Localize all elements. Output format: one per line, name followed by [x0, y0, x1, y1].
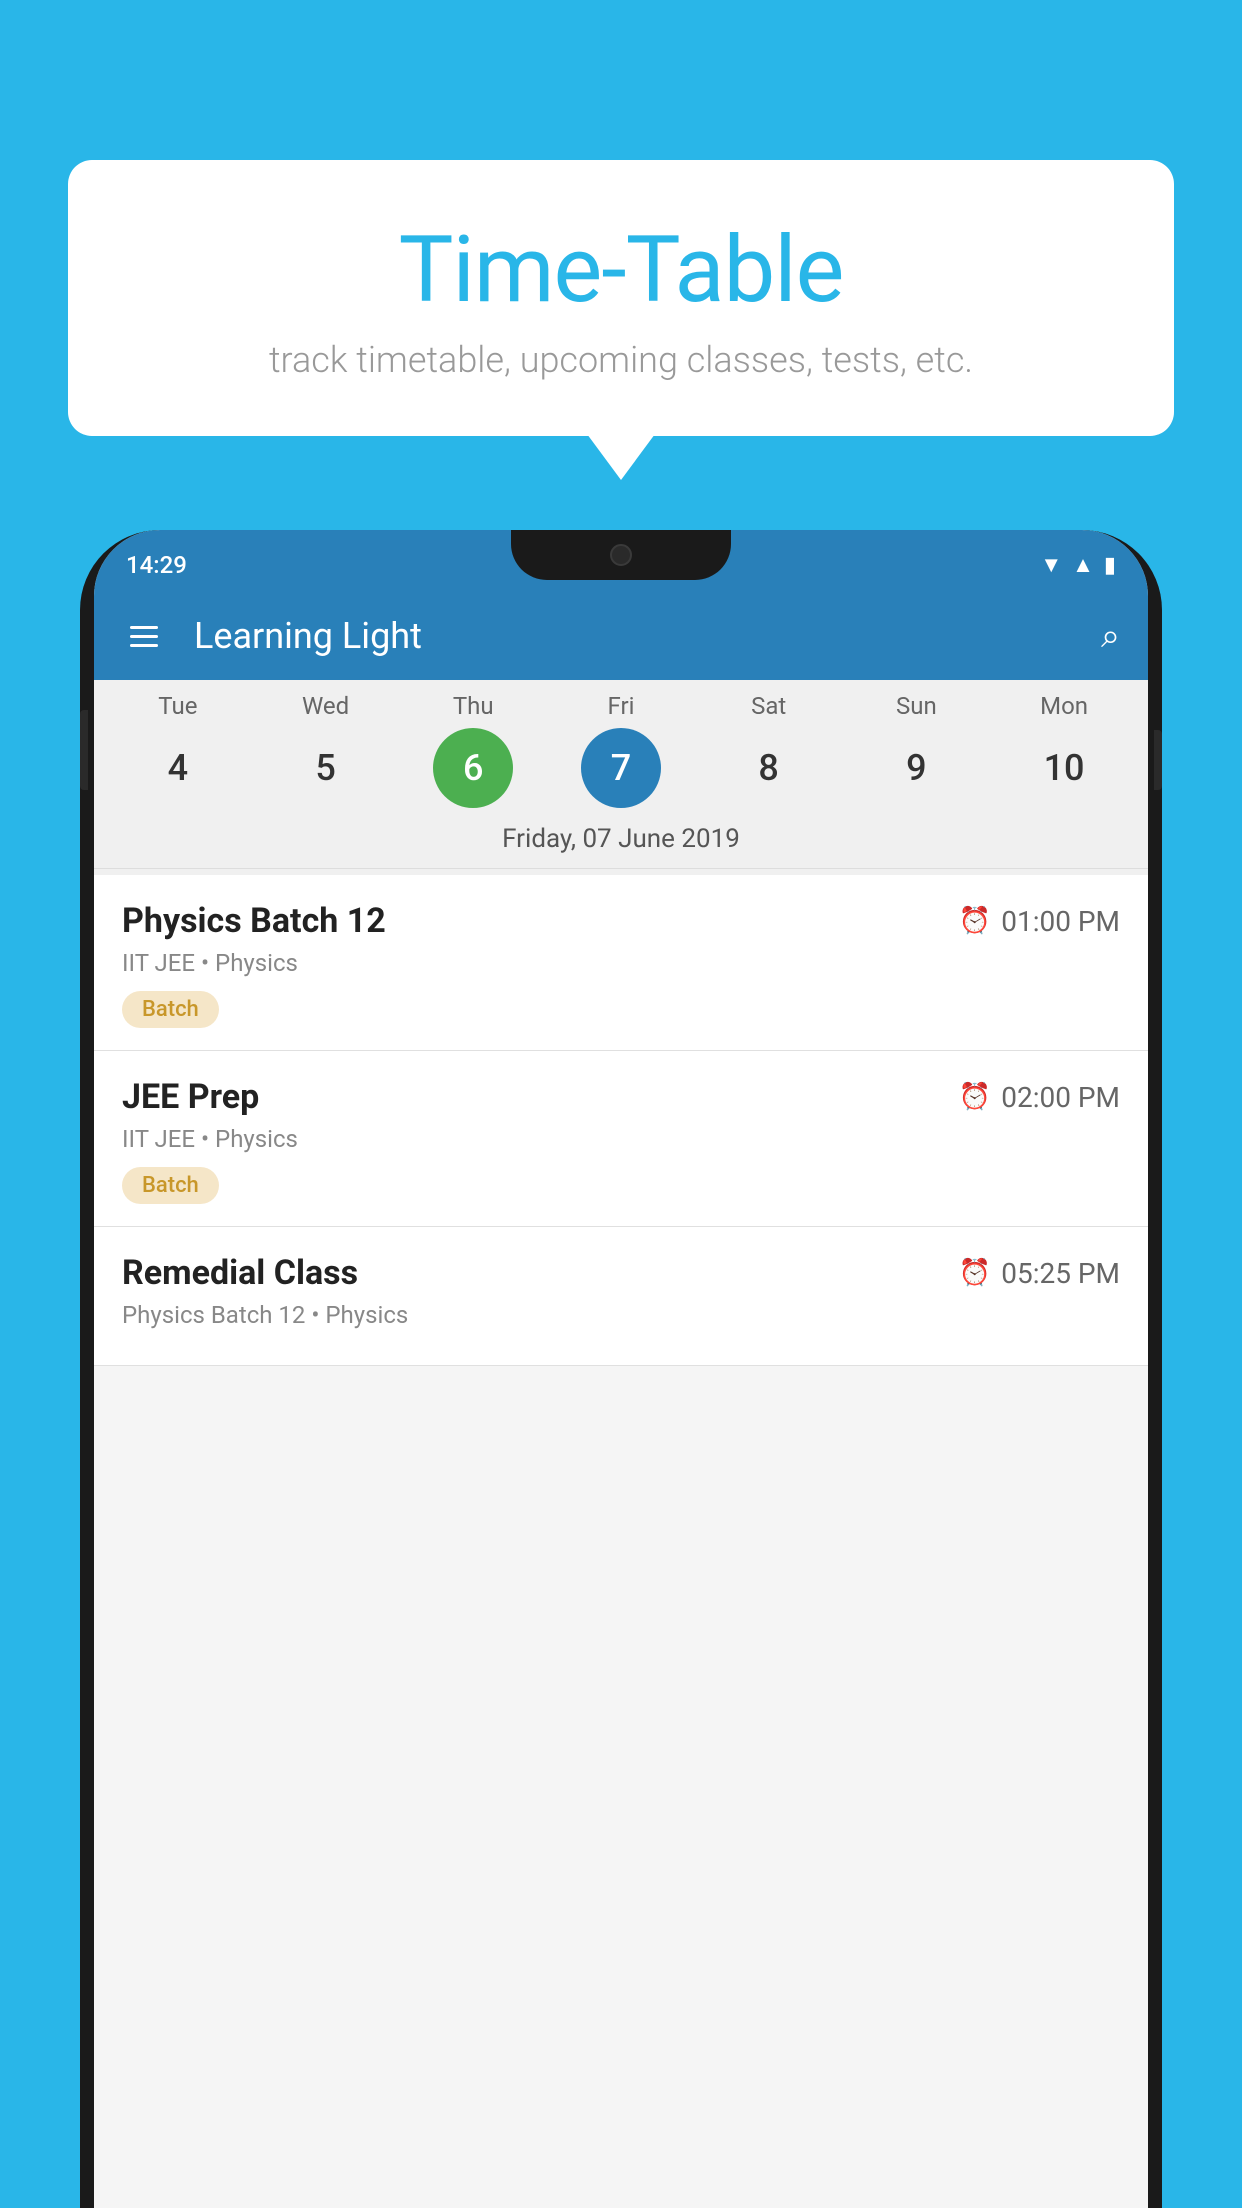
- phone-edge-right: [1154, 730, 1162, 790]
- schedule-time-2: ⏰ 05:25 PM: [959, 1257, 1120, 1290]
- calendar-strip: Tue Wed Thu Fri Sat Sun Mon 456789 10 Friday, 0…: [94, 680, 1148, 875]
- day-header-mon: Mon: [1024, 692, 1104, 720]
- day-number-10[interactable]: 10: [1024, 728, 1104, 808]
- day-number-9[interactable]: 9: [876, 728, 956, 808]
- clock-icon-0: ⏰: [959, 906, 991, 936]
- bubble-title: Time-Table: [108, 220, 1134, 321]
- schedule-title-1: JEE Prep: [122, 1077, 259, 1117]
- speech-bubble-container: Time-Table track timetable, upcoming cla…: [68, 160, 1174, 436]
- phone-frame: 14:29 ▼ ▲ ▮ Learning Light ⌕ Tue Wed Thu Fr…: [80, 530, 1162, 2208]
- day-numbers: 456789 10: [94, 720, 1148, 818]
- schedule-list: Physics Batch 12 ⏰ 01:00 PM IIT JEE • Ph…: [94, 875, 1148, 1366]
- schedule-subtitle-0: IIT JEE • Physics: [122, 949, 1120, 977]
- schedule-item-0[interactable]: Physics Batch 12 ⏰ 01:00 PM IIT JEE • Ph…: [94, 875, 1148, 1051]
- hamburger-menu-icon[interactable]: [122, 618, 166, 655]
- app-title: Learning Light: [194, 615, 1073, 657]
- day-number-6[interactable]: 6: [433, 728, 513, 808]
- phone-screen: 14:29 ▼ ▲ ▮ Learning Light ⌕ Tue Wed Thu Fr…: [94, 530, 1148, 2208]
- batch-badge-0: Batch: [122, 991, 219, 1028]
- schedule-item-1[interactable]: JEE Prep ⏰ 02:00 PM IIT JEE • Physics Ba…: [94, 1051, 1148, 1227]
- day-number-5[interactable]: 5: [286, 728, 366, 808]
- day-headers: Tue Wed Thu Fri Sat Sun Mon: [94, 692, 1148, 720]
- schedule-item-2[interactable]: Remedial Class ⏰ 05:25 PM Physics Batch …: [94, 1227, 1148, 1366]
- day-header-thu: Thu: [433, 692, 513, 720]
- schedule-time-0: ⏰ 01:00 PM: [959, 905, 1120, 938]
- schedule-title-2: Remedial Class: [122, 1253, 358, 1293]
- batch-badge-1: Batch: [122, 1167, 219, 1204]
- wifi-icon: ▼: [1040, 552, 1062, 578]
- schedule-item-header-1: JEE Prep ⏰ 02:00 PM: [122, 1077, 1120, 1117]
- day-header-sun: Sun: [876, 692, 956, 720]
- schedule-subtitle-1: IIT JEE • Physics: [122, 1125, 1120, 1153]
- app-toolbar: Learning Light ⌕: [94, 592, 1148, 680]
- day-header-tue: Tue: [138, 692, 218, 720]
- schedule-item-header-2: Remedial Class ⏰ 05:25 PM: [122, 1253, 1120, 1293]
- schedule-subtitle-2: Physics Batch 12 • Physics: [122, 1301, 1120, 1329]
- battery-icon: ▮: [1104, 553, 1116, 578]
- search-icon[interactable]: ⌕: [1101, 616, 1120, 656]
- signal-icon: ▲: [1072, 552, 1094, 578]
- clock-icon-1: ⏰: [959, 1082, 991, 1112]
- schedule-item-header-0: Physics Batch 12 ⏰ 01:00 PM: [122, 901, 1120, 941]
- speech-bubble: Time-Table track timetable, upcoming cla…: [68, 160, 1174, 436]
- day-number-7[interactable]: 7: [581, 728, 661, 808]
- phone-edge-left: [80, 710, 88, 790]
- status-icons: ▼ ▲ ▮: [1040, 552, 1116, 578]
- day-header-fri: Fri: [581, 692, 661, 720]
- day-number-8[interactable]: 8: [729, 728, 809, 808]
- selected-date-label: Friday, 07 June 2019: [94, 818, 1148, 869]
- status-time: 14:29: [126, 551, 187, 579]
- bubble-subtitle: track timetable, upcoming classes, tests…: [108, 339, 1134, 381]
- day-header-wed: Wed: [286, 692, 366, 720]
- clock-icon-2: ⏰: [959, 1258, 991, 1288]
- schedule-title-0: Physics Batch 12: [122, 901, 386, 941]
- day-header-sat: Sat: [729, 692, 809, 720]
- phone-camera: [610, 544, 632, 566]
- schedule-time-1: ⏰ 02:00 PM: [959, 1081, 1120, 1114]
- day-number-4[interactable]: 4: [138, 728, 218, 808]
